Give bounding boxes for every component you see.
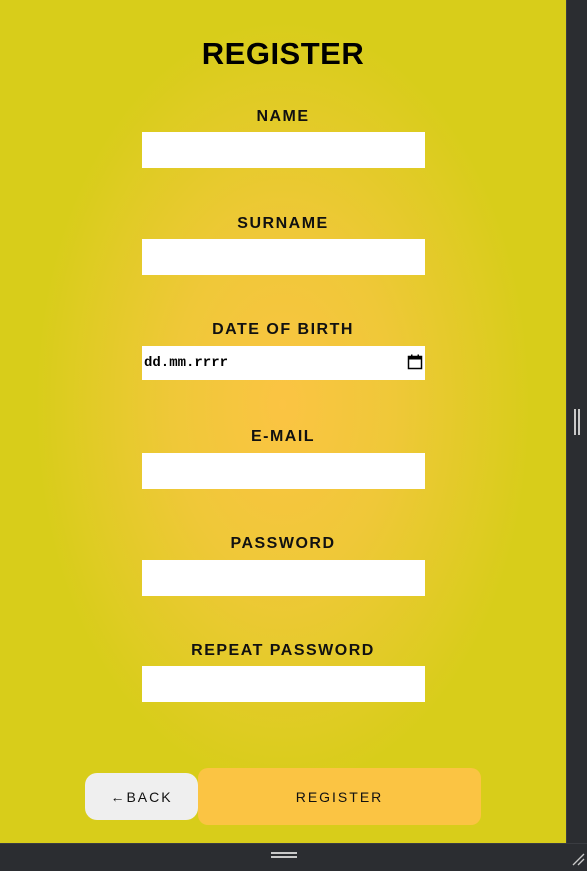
page-title: REGISTER bbox=[201, 36, 365, 71]
date-of-birth-input[interactable]: dd.mm.rrrr bbox=[142, 346, 425, 380]
register-button[interactable]: REGISTER bbox=[198, 768, 481, 825]
horizontal-grip-icon bbox=[271, 852, 299, 860]
email-label: E-MAIL bbox=[250, 428, 316, 445]
repeat-password-input[interactable] bbox=[142, 666, 425, 702]
date-of-birth-label: DATE OF BIRTH bbox=[212, 321, 354, 338]
register-page: REGISTER NAME SURNAME DATE OF BIRTH dd.m… bbox=[0, 0, 566, 843]
back-button[interactable]: ←BACK bbox=[85, 773, 198, 820]
name-input[interactable] bbox=[142, 132, 425, 168]
vertical-grip-icon bbox=[574, 409, 580, 437]
resize-corner-icon[interactable] bbox=[571, 852, 585, 866]
date-placeholder: dd.mm.rrrr bbox=[144, 355, 229, 371]
name-label: NAME bbox=[256, 108, 310, 125]
vertical-resize-handle[interactable] bbox=[566, 0, 587, 843]
horizontal-resize-handle[interactable] bbox=[0, 843, 587, 868]
surname-label: SURNAME bbox=[237, 215, 329, 232]
password-label: PASSWORD bbox=[230, 535, 336, 552]
surname-input[interactable] bbox=[142, 239, 425, 275]
calendar-icon[interactable] bbox=[407, 354, 423, 373]
password-input[interactable] bbox=[142, 560, 425, 596]
repeat-password-label: REPEAT PASSWORD bbox=[191, 642, 375, 659]
email-input[interactable] bbox=[142, 453, 425, 489]
